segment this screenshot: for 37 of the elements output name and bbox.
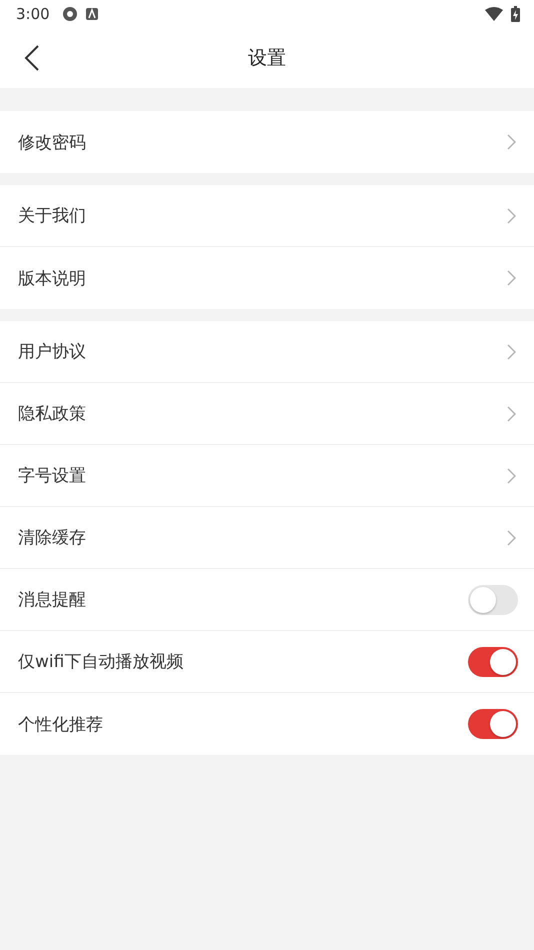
page-title: 设置 — [248, 46, 286, 71]
row-label: 消息提醒 — [18, 589, 87, 611]
row-label: 修改密码 — [18, 132, 87, 154]
app-icon — [62, 6, 78, 22]
chevron-right-icon — [507, 208, 516, 224]
settings-row[interactable]: 版本说明 — [0, 247, 534, 309]
chevron-right-icon — [507, 134, 516, 150]
row-label: 关于我们 — [18, 205, 87, 227]
settings-row[interactable]: 字号设置 — [0, 445, 534, 507]
toggle-switch[interactable] — [468, 709, 518, 739]
settings-row[interactable]: 修改密码 — [0, 111, 534, 173]
settings-row[interactable]: 用户协议 — [0, 321, 534, 383]
row-label: 仅wifi下自动播放视频 — [18, 651, 184, 673]
notification-icon — [86, 8, 98, 20]
settings-row[interactable]: 仅wifi下自动播放视频 — [0, 631, 534, 693]
row-label: 用户协议 — [18, 341, 87, 363]
row-label: 字号设置 — [18, 465, 87, 487]
chevron-right-icon — [507, 344, 516, 360]
settings-row[interactable]: 个性化推荐 — [0, 693, 534, 755]
toggle-switch[interactable] — [468, 646, 518, 676]
wifi-icon — [485, 7, 503, 21]
settings-row[interactable]: 隐私政策 — [0, 383, 534, 445]
settings-row[interactable]: 清除缓存 — [0, 507, 534, 569]
settings-row[interactable]: 消息提醒 — [0, 569, 534, 631]
row-label: 隐私政策 — [18, 403, 87, 425]
chevron-right-icon — [507, 468, 516, 484]
row-label: 版本说明 — [18, 268, 87, 290]
battery-icon — [511, 6, 520, 22]
row-label: 清除缓存 — [18, 527, 87, 549]
back-icon[interactable] — [24, 45, 40, 71]
chevron-right-icon — [507, 530, 516, 546]
toggle-switch[interactable] — [468, 584, 518, 614]
status-time: 3:00 — [16, 5, 50, 23]
chevron-right-icon — [507, 270, 516, 286]
row-label: 个性化推荐 — [18, 714, 104, 736]
settings-row[interactable]: 关于我们 — [0, 185, 534, 247]
chevron-right-icon — [507, 406, 516, 422]
